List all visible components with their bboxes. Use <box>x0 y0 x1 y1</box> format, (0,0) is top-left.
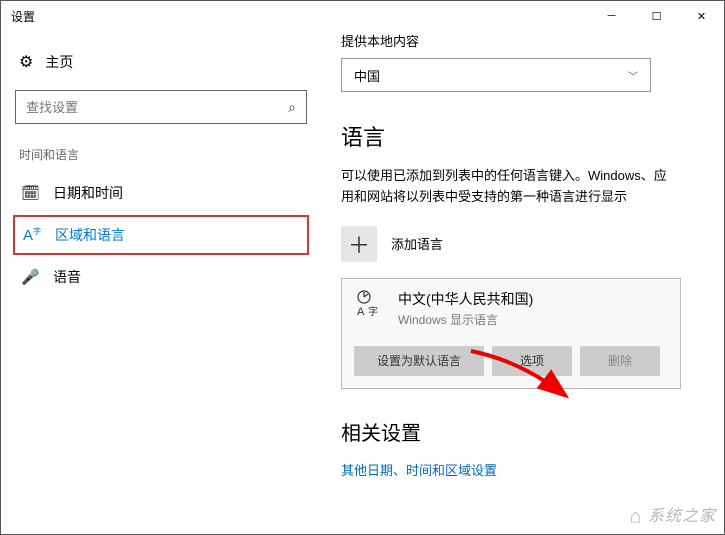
add-language-button[interactable]: ＋ 添加语言 <box>341 226 694 262</box>
gear-icon: ⚙ <box>19 52 33 72</box>
calendar-icon: 🗓 <box>21 184 39 202</box>
remove-button[interactable]: 删除 <box>580 346 660 376</box>
related-settings: 相关设置 其他日期、时间和区域设置 <box>341 417 694 480</box>
content: 提供本地内容 中国 ﹀ 语言 可以使用已添加到列表中的任何语言键入。Window… <box>341 31 714 534</box>
country-value: 中国 <box>354 66 380 85</box>
svg-text:字: 字 <box>368 305 378 318</box>
microphone-icon: 🎤 <box>21 268 39 286</box>
plus-icon: ＋ <box>341 226 377 262</box>
search-input[interactable] <box>26 100 288 115</box>
country-select[interactable]: 中国 ﹀ <box>341 58 651 92</box>
window-controls: ─ ☐ ✕ <box>589 1 724 31</box>
add-language-label: 添加语言 <box>391 234 443 253</box>
close-button[interactable]: ✕ <box>679 1 724 31</box>
language-heading: 语言 <box>341 120 694 152</box>
language-item-icon: A 字 <box>354 289 384 319</box>
search-input-container[interactable]: ⌕ <box>15 90 307 124</box>
language-icon: A字 <box>23 226 41 244</box>
set-default-button[interactable]: 设置为默认语言 <box>354 346 484 376</box>
related-heading: 相关设置 <box>341 417 694 446</box>
sidebar-item-speech[interactable]: 🎤 语音 <box>11 257 311 297</box>
svg-text:A: A <box>357 306 365 318</box>
country-label: 提供本地内容 <box>341 31 694 50</box>
sidebar-item-label: 语音 <box>53 267 81 287</box>
home-link[interactable]: ⚙ 主页 <box>11 46 311 78</box>
sidebar-item-label: 区域和语言 <box>55 225 125 245</box>
related-link[interactable]: 其他日期、时间和区域设置 <box>341 463 497 478</box>
section-label: 时间和语言 <box>11 146 311 173</box>
search-icon: ⌕ <box>288 99 296 116</box>
titlebar: 设置 ─ ☐ ✕ <box>1 1 724 31</box>
options-button[interactable]: 选项 <box>492 346 572 376</box>
chevron-down-icon: ﹀ <box>628 68 638 83</box>
language-item-sub: Windows 显示语言 <box>398 311 533 328</box>
sidebar-item-region-language[interactable]: A字 区域和语言 <box>13 215 309 255</box>
language-description: 可以使用已添加到列表中的任何语言键入。Windows、应用和网站将以列表中受支持… <box>341 166 671 208</box>
sidebar: ⚙ 主页 ⌕ 时间和语言 🗓 日期和时间 A字 区域和语言 🎤 语音 <box>1 31 321 297</box>
sidebar-item-datetime[interactable]: 🗓 日期和时间 <box>11 173 311 213</box>
minimize-button[interactable]: ─ <box>589 1 634 31</box>
language-item[interactable]: A 字 中文(中华人民共和国) Windows 显示语言 设置为默认语言 选项 … <box>341 278 681 389</box>
window-title: 设置 <box>11 8 35 25</box>
sidebar-item-label: 日期和时间 <box>53 183 123 203</box>
language-item-name: 中文(中华人民共和国) <box>398 289 533 309</box>
maximize-button[interactable]: ☐ <box>634 1 679 31</box>
home-label: 主页 <box>45 52 73 72</box>
